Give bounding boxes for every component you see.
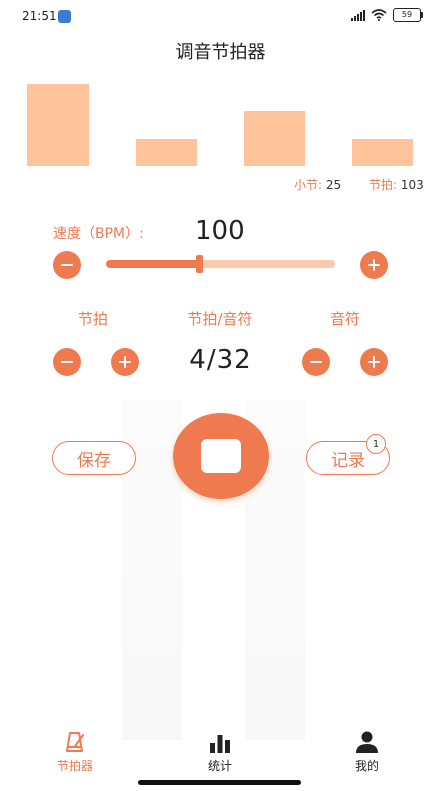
note-increase-button[interactable]: [360, 348, 388, 376]
minus-icon: [61, 264, 73, 266]
measure-value: 25: [325, 178, 342, 192]
wifi-icon: [371, 9, 387, 21]
notification-icon: [58, 10, 71, 23]
beat-bar-2: [136, 139, 197, 166]
status-indicators: 59: [351, 8, 423, 22]
tab-statistics-label: 统计: [207, 759, 232, 773]
speed-label: 速度（BPM）:: [53, 226, 144, 242]
record-count-badge: 1: [366, 434, 386, 454]
ratio-label: 节拍/音符: [187, 310, 253, 328]
speed-slider-fill: [106, 260, 200, 268]
speed-value: 100: [195, 216, 245, 246]
tab-metronome[interactable]: 节拍器: [30, 731, 120, 774]
measure-label: 小节:: [294, 178, 323, 192]
status-time: 21:51: [22, 9, 57, 23]
tab-metronome-label: 节拍器: [56, 759, 93, 773]
tab-statistics[interactable]: 统计: [175, 731, 265, 774]
minus-icon: [310, 361, 322, 363]
signal-icon: [351, 9, 365, 21]
note-label: 音符: [329, 310, 360, 328]
beat-count-label: 节拍:: [369, 178, 398, 192]
beat-bar-1: [27, 84, 89, 166]
speed-slider-thumb[interactable]: [196, 255, 203, 273]
beat-label: 节拍: [77, 310, 108, 328]
beat-counter: 节拍: 103: [369, 176, 424, 193]
tab-profile-label: 我的: [354, 759, 379, 773]
stop-icon: [201, 439, 241, 473]
measure-counter: 小节: 25: [294, 176, 341, 193]
battery-icon: 59: [393, 8, 423, 22]
page-title: 调音节拍器: [175, 42, 266, 63]
metronome-icon: [30, 731, 120, 753]
person-icon: [322, 731, 412, 753]
stop-button[interactable]: [173, 413, 269, 499]
home-indicator: [138, 780, 301, 785]
speed-increase-button[interactable]: [360, 251, 388, 279]
note-decrease-button[interactable]: [302, 348, 330, 376]
beat-bar-3: [244, 111, 305, 166]
save-button[interactable]: 保存: [52, 441, 136, 475]
tab-profile[interactable]: 我的: [322, 731, 412, 774]
beat-bar-4: [352, 139, 413, 166]
bar-chart-icon: [175, 731, 265, 753]
speed-decrease-button[interactable]: [53, 251, 81, 279]
beat-count-value: 103: [400, 178, 424, 192]
